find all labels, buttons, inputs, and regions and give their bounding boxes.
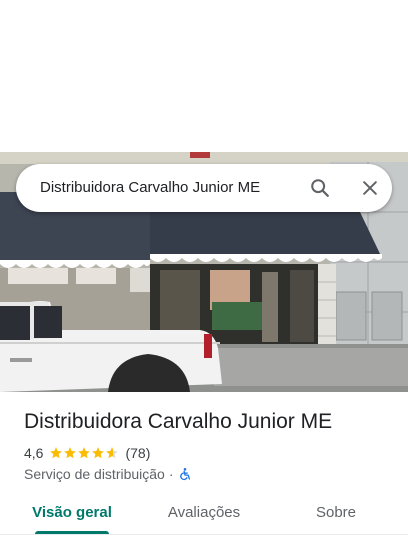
tabs-divider: [0, 534, 408, 535]
reviews-count[interactable]: (78): [125, 445, 150, 461]
place-tabs: Visão geral Avaliações Sobre: [0, 494, 408, 544]
blank-area: [0, 0, 408, 152]
star-icon: [92, 447, 105, 459]
star-icon: [106, 447, 119, 459]
tab-about[interactable]: Sobre: [300, 494, 372, 534]
rating-row[interactable]: 4,6 (78): [24, 444, 150, 462]
search-bar[interactable]: Distribuidora Carvalho Junior ME: [16, 164, 392, 212]
star-icon: [50, 447, 63, 459]
rating-value: 4,6: [24, 445, 44, 461]
star-icon: [64, 447, 77, 459]
separator-dot: ·: [168, 466, 174, 482]
close-button[interactable]: [354, 172, 386, 204]
close-icon: [363, 181, 377, 195]
place-title: Distribuidora Carvalho Junior ME: [24, 410, 333, 433]
category-row: Serviço de distribuição ·: [24, 465, 192, 483]
search-button[interactable]: [304, 172, 336, 204]
search-icon: [311, 179, 329, 197]
star-rating: [49, 446, 119, 460]
star-icon: [78, 447, 91, 459]
search-input[interactable]: Distribuidora Carvalho Junior ME: [40, 164, 260, 212]
place-category: Serviço de distribuição: [24, 466, 165, 482]
tab-reviews[interactable]: Avaliações: [154, 494, 254, 534]
tab-overview[interactable]: Visão geral: [24, 494, 120, 534]
wheelchair-icon: [178, 467, 192, 481]
